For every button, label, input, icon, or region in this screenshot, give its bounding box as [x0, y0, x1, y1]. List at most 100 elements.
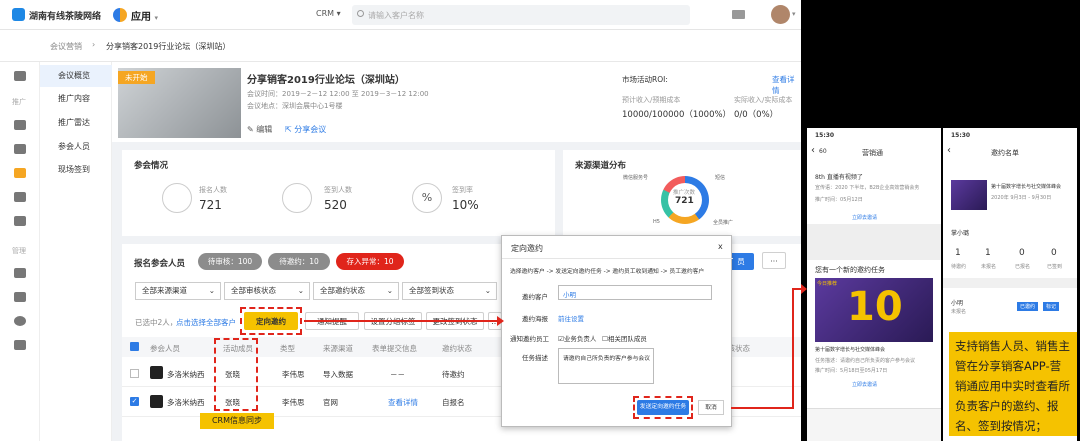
app-switcher[interactable]: 应用 ▾ — [131, 8, 158, 23]
mail-icon[interactable] — [732, 10, 745, 19]
sidebar-item-overview[interactable]: 会议概览 — [40, 65, 112, 87]
stat-label: 已报名 — [1015, 264, 1031, 270]
filter-invite[interactable]: 全部邀约状态 ⌄ — [313, 282, 399, 300]
row-checkbox[interactable] — [130, 369, 139, 378]
org-icon[interactable] — [14, 192, 26, 202]
mark-button[interactable]: 标记 — [1043, 302, 1060, 311]
cost-label: 预计收入/预期成本 — [622, 96, 681, 104]
item-text: 宣传语：2020 下半年，B2B企业高效营销会务 — [815, 185, 920, 191]
poster-tag: 今日推荐 — [817, 281, 838, 287]
row-checkbox[interactable]: ✓ — [130, 397, 139, 406]
breadcrumb-parent[interactable]: 会议营销 — [50, 41, 82, 52]
crm-selector[interactable]: CRM ▾ — [316, 9, 341, 18]
invited-button[interactable]: 已邀约 — [1017, 302, 1039, 311]
tag-pending-invite[interactable]: 待邀约：10 — [268, 253, 330, 270]
home-icon[interactable] — [14, 71, 26, 81]
sidebar-item-radar[interactable]: 推广雷达 — [40, 112, 112, 134]
stat-value: 1 — [955, 248, 961, 258]
col-form: 表单提交信息 — [372, 344, 417, 353]
select-all-checkbox[interactable] — [130, 342, 139, 351]
user-icon[interactable] — [14, 268, 26, 278]
chevron-down-icon[interactable]: ▾ — [792, 10, 796, 18]
feature-note: 支持销售人员、销售主管在分享销客APP-营销通应用中实时查看所负责客户的邀约、报… — [949, 332, 1077, 436]
breadcrumb-current: 分享销客2019行业论坛（深圳站） — [106, 42, 231, 51]
customer-field[interactable]: 小明 — [558, 285, 712, 300]
back-icon[interactable]: ‹ — [811, 145, 815, 156]
phone-title: 邀约名单 — [991, 149, 1019, 157]
message-icon[interactable] — [14, 168, 26, 178]
layers-icon[interactable] — [14, 292, 26, 302]
stat-value: 0 — [1019, 248, 1025, 258]
back-icon[interactable]: ‹ — [947, 145, 951, 156]
gap — [807, 224, 941, 260]
stats-card: 参会情况 报名人数 721 签到人数 520 % 签到率 10% — [122, 150, 555, 236]
filter-channel[interactable]: 全部来源渠道 ⌄ — [135, 282, 221, 300]
select-all-link[interactable]: 点击选择全部客户 — [176, 317, 236, 328]
row-name[interactable]: 多洛米纳西 — [167, 369, 205, 380]
wechat-icon[interactable] — [14, 144, 26, 154]
legend-wechat: 微信服务号 — [623, 175, 649, 181]
desktop-app: 湖南有线茶陵网络 应用 ▾ CRM ▾ 请输入客户名称 ▾ 会议营销 › 分享销… — [0, 0, 801, 441]
sidebar-item-attendees[interactable]: 参会人员 — [40, 136, 112, 158]
owner-checkbox[interactable]: ☑业务负责人 — [558, 333, 596, 343]
tag-pending-review[interactable]: 待审核：100 — [198, 253, 262, 270]
people-icon[interactable] — [14, 120, 26, 130]
stats-title: 参会情况 — [134, 161, 169, 171]
event-name: 第十届数字增长与社交媒体峰会 — [991, 184, 1062, 190]
row-name[interactable]: 多洛米纳西 — [167, 397, 205, 408]
more-button[interactable]: ··· — [762, 252, 786, 269]
list-item-name[interactable]: 小明 — [951, 298, 963, 307]
filter-review[interactable]: 全部审核状态 ⌄ — [224, 282, 310, 300]
col-invite-status: 邀约状态 — [442, 344, 472, 353]
poster-label: 邀约海报 — [522, 315, 548, 323]
desc-field[interactable]: 请邀约自己所负责的客户参与会议 — [558, 348, 654, 384]
arrow-line — [304, 320, 500, 322]
sidebar-menu: 会议概览 推广内容 推广雷达 参会人员 现场签到 — [40, 62, 112, 441]
top-bar: 湖南有线茶陵网络 应用 ▾ CRM ▾ 请输入客户名称 ▾ — [0, 0, 801, 30]
cancel-button[interactable]: 取消 — [698, 400, 724, 415]
event-status-badge: 未开始 — [118, 71, 155, 84]
sidebar-item-content[interactable]: 推广内容 — [40, 88, 112, 110]
close-icon[interactable]: x — [718, 242, 723, 251]
notify-label: 通知邀约员工 — [510, 335, 549, 343]
logo-icon — [12, 8, 25, 21]
rate-label: 签到率 — [452, 186, 473, 194]
share-button[interactable]: ⇱ 分享会议 — [285, 124, 326, 135]
legend-all: 全员推广 — [713, 220, 734, 226]
row-status: 待邀约 — [442, 370, 465, 379]
compass-icon[interactable] — [14, 316, 26, 326]
avatar — [150, 366, 163, 379]
brand-name: 湖南有线茶陵网络 — [29, 12, 102, 22]
monitor-icon[interactable] — [14, 340, 26, 350]
stat-label: 已签到 — [1047, 264, 1063, 270]
sidebar-item-checkin[interactable]: 现场签到 — [40, 159, 112, 181]
banner-text: 您有一个新的邀约任务 — [815, 266, 885, 274]
search-icon — [357, 10, 364, 17]
poster-number: 10 — [847, 284, 903, 330]
desc-label: 任务描述 — [522, 354, 548, 362]
user-add-icon[interactable] — [14, 216, 26, 226]
poster-link[interactable]: 前往设置 — [558, 313, 584, 323]
row-form-link[interactable]: 查看详情 — [388, 397, 418, 408]
customer-label: 邀约客户 — [522, 293, 548, 301]
team-checkbox[interactable]: ☐相关团队成员 — [602, 333, 647, 343]
edit-button[interactable]: ✎ 编辑 — [247, 124, 272, 135]
roi-link[interactable]: 查看详情 — [772, 74, 801, 96]
legend-sms: 短信 — [715, 175, 726, 181]
invite-link[interactable]: 立即去邀请 — [852, 381, 877, 388]
invite-link[interactable]: 立即去邀请 — [852, 214, 877, 221]
send-highlight — [633, 396, 693, 419]
search-input[interactable]: 请输入客户名称 — [352, 5, 690, 25]
event-time: 会议时间：2019－2－12 12:00 至 2019－3－12 12:00 — [247, 90, 429, 98]
row-type: 李伟思 — [282, 398, 305, 407]
attendee-title: 报名参会人员 — [134, 259, 186, 269]
modal-steps: 选择邀约客户 -> 发送定向邀约任务 -> 邀约员工收到通知 -> 员工邀约客户 — [510, 269, 705, 275]
breadcrumb: 会议营销 › 分享销客2019行业论坛（深圳站） — [0, 30, 801, 62]
input-bar[interactable] — [807, 408, 941, 441]
signup-value: 721 — [199, 198, 222, 212]
col-channel: 来源渠道 — [323, 344, 353, 353]
filter-checkin[interactable]: 全部签到状态 ⌄ — [402, 282, 497, 300]
avatar[interactable] — [771, 5, 790, 24]
tag-error[interactable]: 存入异常：10 — [336, 253, 404, 270]
row-channel: 官网 — [323, 398, 338, 407]
